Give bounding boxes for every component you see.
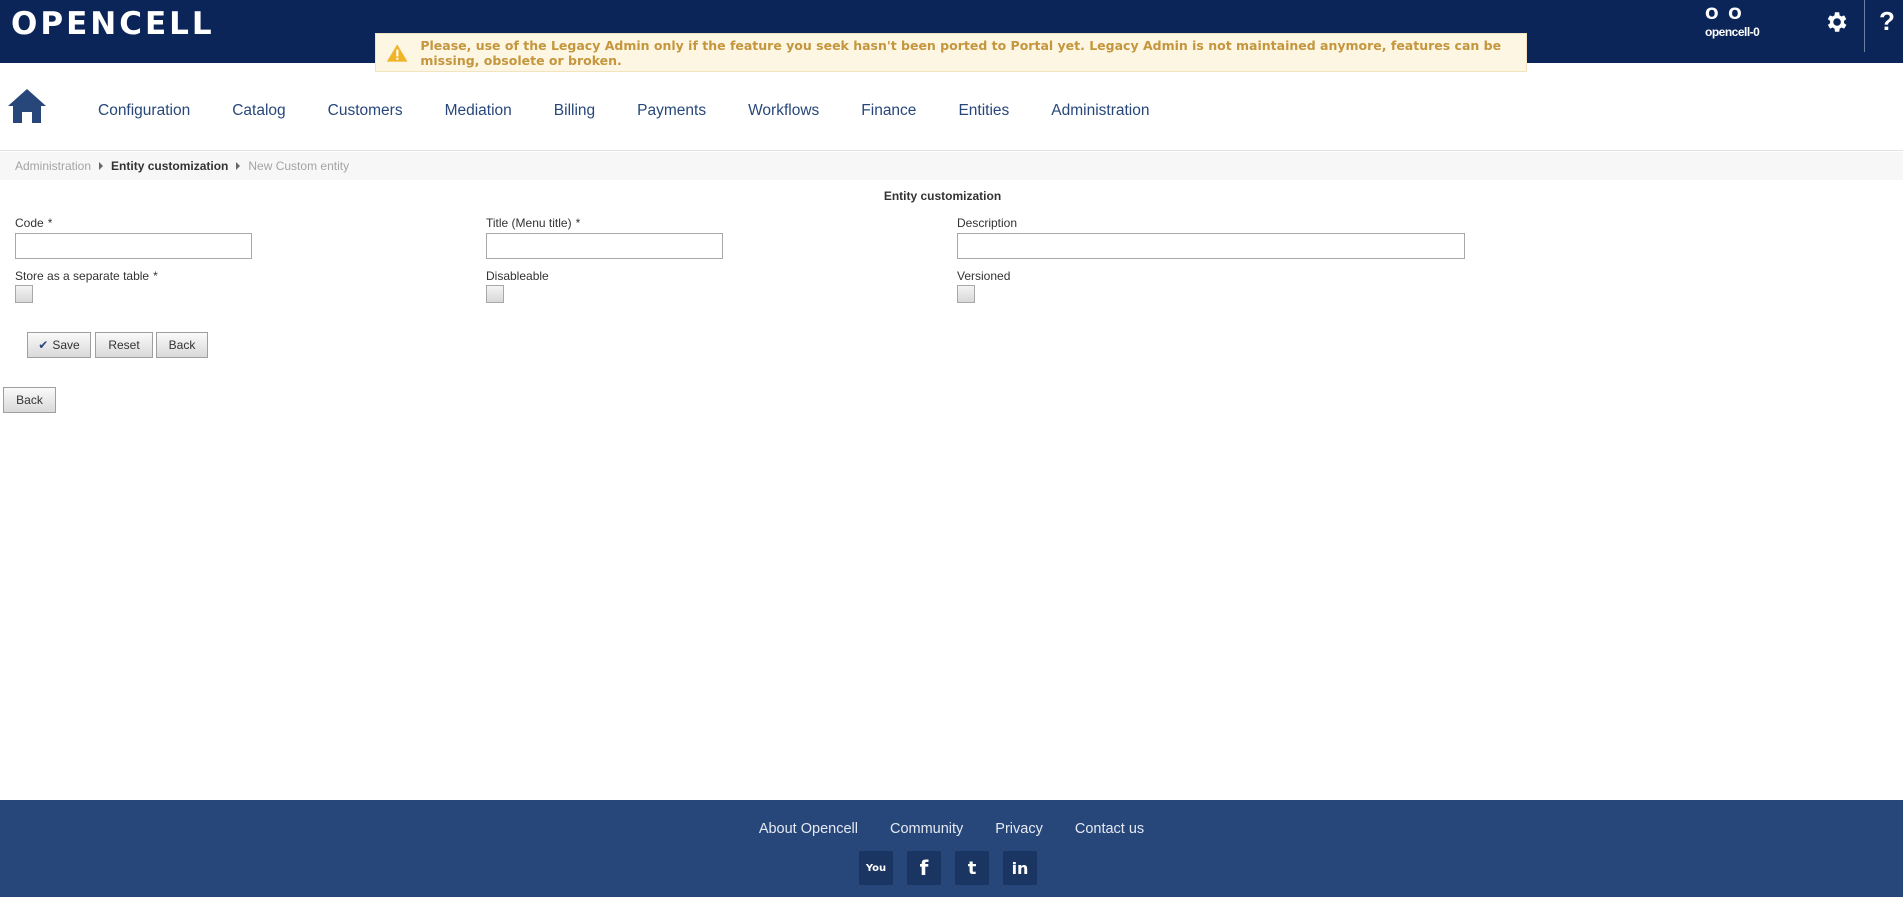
nav-mediation[interactable]: Mediation xyxy=(445,102,512,120)
title-input[interactable] xyxy=(486,233,723,259)
twitter-icon[interactable]: t xyxy=(955,851,989,885)
nav-payments[interactable]: Payments xyxy=(637,102,706,120)
menu-bar: Configuration Catalog Customers Mediatio… xyxy=(98,102,1192,120)
footer-link-contact[interactable]: Contact us xyxy=(1075,821,1144,837)
breadcrumb: Administration Entity customization New … xyxy=(15,159,349,173)
checkmark-icon: ✔ xyxy=(38,338,49,352)
disableable-checkbox[interactable] xyxy=(486,285,504,303)
code-label: Code * xyxy=(15,216,52,230)
nav-billing[interactable]: Billing xyxy=(554,102,595,120)
main-nav: Configuration Catalog Customers Mediatio… xyxy=(0,63,1903,151)
store-table-label: Store as a separate table * xyxy=(15,269,158,283)
back-button[interactable]: Back xyxy=(156,332,208,358)
warning-icon xyxy=(386,43,408,62)
gear-icon[interactable] xyxy=(1823,9,1849,35)
help-icon[interactable]: ? xyxy=(1879,6,1895,37)
home-icon[interactable] xyxy=(6,87,48,125)
nav-entities[interactable]: Entities xyxy=(958,102,1009,120)
description-input[interactable] xyxy=(957,233,1465,259)
facebook-icon[interactable]: f xyxy=(907,851,941,885)
footer-link-about[interactable]: About Opencell xyxy=(759,821,858,837)
footer-link-privacy[interactable]: Privacy xyxy=(995,821,1043,837)
code-label-text: Code xyxy=(15,216,44,230)
breadcrumb-administration[interactable]: Administration xyxy=(15,159,91,173)
save-button[interactable]: ✔ Save xyxy=(27,332,91,358)
required-mark: * xyxy=(47,216,53,230)
store-table-checkbox[interactable] xyxy=(15,285,33,303)
user-menu[interactable]: O O opencell-0 xyxy=(1705,4,1760,39)
code-input[interactable] xyxy=(15,233,252,259)
required-mark: * xyxy=(153,269,158,283)
versioned-label: Versioned xyxy=(957,269,1011,283)
header-divider xyxy=(1864,0,1865,52)
nav-configuration[interactable]: Configuration xyxy=(98,102,190,120)
linkedin-icon[interactable]: in xyxy=(1003,851,1037,885)
breadcrumb-separator-icon xyxy=(99,162,104,170)
nav-workflows[interactable]: Workflows xyxy=(748,102,819,120)
versioned-checkbox[interactable] xyxy=(957,285,975,303)
disableable-label: Disableable xyxy=(486,269,549,283)
footer: About Opencell Community Privacy Contact… xyxy=(0,800,1903,897)
form-title: Entity customization xyxy=(883,189,1002,203)
nav-catalog[interactable]: Catalog xyxy=(232,102,285,120)
store-table-label-text: Store as a separate table xyxy=(15,269,150,283)
nav-administration[interactable]: Administration xyxy=(1051,102,1149,120)
breadcrumb-separator-icon xyxy=(236,162,241,170)
breadcrumb-new-custom-entity: New Custom entity xyxy=(248,159,350,173)
breadcrumb-bar: Administration Entity customization New … xyxy=(0,152,1903,180)
warning-text: Please, use of the Legacy Admin only if … xyxy=(420,37,1502,68)
required-mark: * xyxy=(575,216,581,230)
user-initials: O O xyxy=(1705,4,1744,23)
footer-link-community[interactable]: Community xyxy=(890,821,963,837)
user-name: opencell-0 xyxy=(1705,25,1760,39)
legacy-warning-banner: Please, use of the Legacy Admin only if … xyxy=(375,33,1527,72)
title-label: Title (Menu title) * xyxy=(486,216,580,230)
breadcrumb-entity-customization[interactable]: Entity customization xyxy=(111,159,228,173)
save-button-label: Save xyxy=(52,338,80,352)
footer-links: About Opencell Community Privacy Contact… xyxy=(0,821,1903,837)
opencell-logo[interactable]: OPENCELL xyxy=(11,6,215,42)
social-links: You f t in xyxy=(859,851,1051,885)
title-label-text: Title (Menu title) xyxy=(486,216,572,230)
youtube-icon[interactable]: You xyxy=(859,851,893,885)
reset-button[interactable]: Reset xyxy=(95,332,153,358)
nav-finance[interactable]: Finance xyxy=(861,102,916,120)
nav-customers[interactable]: Customers xyxy=(328,102,403,120)
back-button-bottom[interactable]: Back xyxy=(3,387,56,413)
description-label: Description xyxy=(957,216,1018,230)
